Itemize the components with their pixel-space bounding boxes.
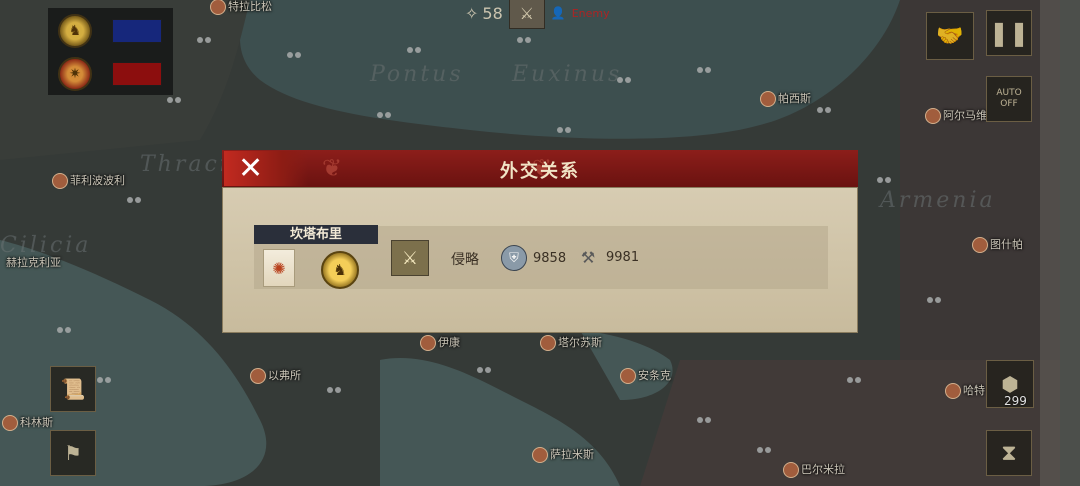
shield-stat-value: 9858 — [533, 250, 567, 266]
shield-icon: ⛨ — [501, 245, 527, 271]
diplomacy-dialog: ❦ ❦ 外交关系 ✕ 坎塔布里 ✺ ♞ ⚔ 侵略 ⛨ 9858 ⚒ 9981 — [222, 150, 858, 333]
shield-stat: ⛨ 9858 — [501, 245, 566, 271]
relation-status-text: 侵略 — [451, 252, 479, 268]
hammer-stat-value: 9981 — [606, 249, 640, 265]
country-emblem-icon: ♞ — [321, 251, 359, 289]
close-icon: ✕ — [238, 151, 264, 186]
dialog-title: 外交关系 — [500, 161, 580, 182]
dialog-header: ❦ ❦ 外交关系 — [222, 150, 858, 189]
close-button[interactable]: ✕ — [224, 151, 308, 186]
hammer-stat: ⚒ 9981 — [576, 245, 639, 269]
hammer-icon: ⚒ — [580, 247, 596, 267]
crossed-swords-icon: ⚔ — [391, 240, 429, 276]
country-banner-icon: ✺ — [263, 249, 295, 287]
country-name-label: 坎塔布里 — [254, 225, 378, 244]
dialog-body: 坎塔布里 ✺ ♞ ⚔ 侵略 ⛨ 9858 ⚒ 9981 — [222, 187, 858, 333]
